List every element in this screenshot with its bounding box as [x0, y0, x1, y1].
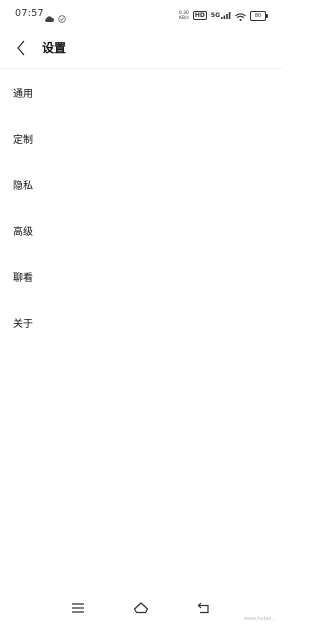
- menu-item-chat[interactable]: 聊看: [0, 253, 282, 299]
- nav-home-button[interactable]: [131, 598, 151, 618]
- back-button[interactable]: [10, 37, 32, 59]
- chevron-left-icon: [17, 40, 25, 56]
- menu-item-advanced[interactable]: 高级: [0, 207, 282, 253]
- menu-item-customize[interactable]: 定制: [0, 115, 282, 161]
- system-indicators: 0.30 KB/s HD 5G 80: [178, 6, 268, 25]
- check-circle-icon: [58, 8, 66, 27]
- page-title: 设置: [42, 41, 67, 55]
- notification-icons: [44, 8, 66, 27]
- menu-item-privacy[interactable]: 隐私: [0, 161, 282, 207]
- cloud-icon: [44, 8, 54, 27]
- home-icon: [133, 602, 149, 614]
- menu-item-general[interactable]: 通用: [0, 69, 282, 115]
- menu-item-label: 通用: [13, 88, 33, 100]
- system-nav-bar: www.hutas...: [0, 592, 282, 626]
- status-time: 07:57: [15, 8, 44, 19]
- signal-indicator: 5G: [211, 12, 231, 19]
- menu-item-label: 定制: [13, 134, 33, 146]
- wifi-icon: [235, 6, 246, 25]
- menu-item-about[interactable]: 关于: [0, 299, 282, 345]
- battery-icon: 80: [250, 10, 268, 21]
- settings-menu: 通用 定制 隐私 高级 聊看 关于: [0, 69, 282, 345]
- menu-item-label: 高级: [13, 226, 33, 238]
- menu-item-label: 隐私: [13, 180, 33, 192]
- back-icon: [197, 602, 209, 614]
- menu-item-label: 聊看: [13, 272, 33, 284]
- status-bar: 07:57 0.30 KB/s HD 5G 80: [0, 0, 282, 26]
- watermark: www.hutas...: [243, 616, 276, 622]
- signal-icon: [221, 12, 231, 19]
- net-speed: 0.30 KB/s: [178, 10, 189, 21]
- nav-back-button[interactable]: [194, 598, 214, 618]
- menu-item-label: 关于: [13, 318, 33, 330]
- menu-icon: [72, 603, 84, 613]
- top-app-bar: 设置: [0, 30, 282, 66]
- nav-menu-button[interactable]: [68, 598, 88, 618]
- hd-badge: HD: [192, 11, 207, 20]
